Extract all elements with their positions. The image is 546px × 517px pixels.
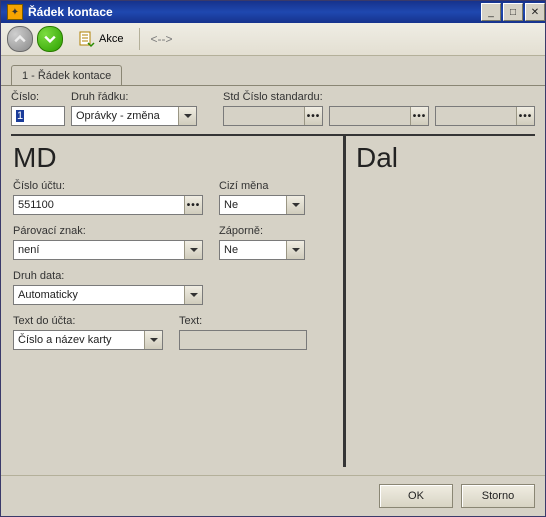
action-menu[interactable]: Akce (71, 28, 129, 50)
chevron-down-icon (286, 196, 304, 214)
parz-value: není (14, 244, 184, 256)
field-druhd: Druh data: Automaticky (13, 270, 203, 305)
select-zap[interactable]: Ne (219, 240, 305, 260)
chevron-down-icon (178, 107, 196, 125)
cancel-button[interactable]: Storno (461, 484, 535, 508)
app-icon: ✦ (7, 4, 23, 20)
input-ucet[interactable]: 551100 ••• (13, 195, 203, 215)
maximize-button[interactable]: □ (503, 3, 523, 21)
ucet-value: 551100 (14, 199, 184, 211)
row-druhd: Druh data: Automaticky (13, 270, 333, 305)
select-mena[interactable]: Ne (219, 195, 305, 215)
chevron-down-icon (144, 331, 162, 349)
ok-label: OK (408, 490, 424, 502)
titlebar: ✦ Řádek kontace _ □ ✕ (1, 1, 545, 23)
panel-md: MD Číslo účtu: 551100 ••• Cizí měna Ne (11, 136, 346, 467)
label-zap: Záporně: (219, 225, 305, 237)
window: ✦ Řádek kontace _ □ ✕ Akce <--> 1 - Řáde… (0, 0, 546, 517)
select-texta[interactable]: Číslo a název karty (13, 330, 163, 350)
dal-title: Dal (356, 142, 525, 174)
tab-strip: 1 - Řádek kontace (1, 64, 545, 86)
minimize-icon: _ (488, 7, 494, 18)
tab-radek-kontace[interactable]: 1 - Řádek kontace (11, 65, 122, 86)
mena-value: Ne (220, 199, 286, 211)
chevron-down-icon (184, 286, 202, 304)
input-cislo-value: 1 (12, 110, 64, 122)
field-zap: Záporně: Ne (219, 225, 305, 260)
label-druh-radku: Druh řádku: (71, 91, 197, 103)
select-druh-value: Oprávky - změna (72, 110, 178, 122)
field-ucet: Číslo účtu: 551100 ••• (13, 180, 203, 215)
input-textb[interactable] (179, 330, 307, 350)
input-std1[interactable]: ••• (223, 106, 323, 126)
tab-underline (1, 85, 545, 86)
label-textb: Text: (179, 315, 307, 327)
maximize-icon: □ (510, 7, 516, 18)
nav-up-button[interactable] (7, 26, 33, 52)
ellipsis-icon: ••• (410, 107, 428, 125)
split-panel: MD Číslo účtu: 551100 ••• Cizí měna Ne (11, 134, 535, 467)
row-text: Text do účta: Číslo a název karty Text: (13, 315, 333, 350)
input-std2[interactable]: ••• (329, 106, 429, 126)
label-mena: Cizí měna (219, 180, 305, 192)
field-texta: Text do účta: Číslo a název karty (13, 315, 163, 350)
close-button[interactable]: ✕ (525, 3, 545, 21)
chevron-up-icon (14, 33, 26, 45)
tab-label: 1 - Řádek kontace (22, 70, 111, 82)
field-parz: Párovací znak: není (13, 225, 203, 260)
toolbar: Akce <--> (1, 23, 545, 56)
input-std3[interactable]: ••• (435, 106, 535, 126)
document-icon (77, 30, 95, 48)
field-cislo: Číslo: 1 (11, 91, 65, 126)
label-cislo: Číslo: (11, 91, 65, 103)
cancel-label: Storno (482, 490, 514, 502)
field-std: Std Číslo standardu: ••• ••• ••• (223, 91, 535, 126)
druhd-value: Automaticky (14, 289, 184, 301)
toolbar-divider (139, 28, 140, 50)
texta-value: Číslo a název karty (14, 334, 144, 346)
ok-button[interactable]: OK (379, 484, 453, 508)
select-parz[interactable]: není (13, 240, 203, 260)
chevron-down-icon (184, 241, 202, 259)
field-mena: Cizí měna Ne (219, 180, 305, 215)
chevron-down-icon (286, 241, 304, 259)
minimize-button[interactable]: _ (481, 3, 501, 21)
label-parz: Párovací znak: (13, 225, 203, 237)
field-textb: Text: (179, 315, 307, 350)
ellipsis-icon: ••• (516, 107, 534, 125)
row-parz-zap: Párovací znak: není Záporně: Ne (13, 225, 333, 260)
bottom-bar: OK Storno (1, 475, 545, 516)
panel-dal: Dal (346, 136, 535, 467)
nav-down-button[interactable] (37, 26, 63, 52)
window-title: Řádek kontace (28, 5, 479, 19)
zap-value: Ne (220, 244, 286, 256)
label-ucet: Číslo účtu: (13, 180, 203, 192)
ellipsis-icon: ••• (184, 196, 202, 214)
top-row: Číslo: 1 Druh řádku: Oprávky - změna Std… (11, 91, 535, 134)
window-controls: _ □ ✕ (479, 3, 545, 21)
close-icon: ✕ (531, 7, 539, 18)
label-std: Std Číslo standardu: (223, 91, 535, 103)
action-label: Akce (99, 33, 123, 45)
label-texta: Text do účta: (13, 315, 163, 327)
std-row: ••• ••• ••• (223, 106, 535, 126)
input-cislo[interactable]: 1 (11, 106, 65, 126)
ellipsis-icon: ••• (304, 107, 322, 125)
chevron-down-icon (44, 33, 56, 45)
label-druhd: Druh data: (13, 270, 203, 282)
form-area: Číslo: 1 Druh řádku: Oprávky - změna Std… (11, 91, 535, 472)
row-ucet-mena: Číslo účtu: 551100 ••• Cizí měna Ne (13, 180, 333, 215)
select-druhd[interactable]: Automaticky (13, 285, 203, 305)
md-title: MD (13, 142, 333, 174)
select-druh-radku[interactable]: Oprávky - změna (71, 106, 197, 126)
nav-arrows-label[interactable]: <--> (150, 32, 172, 46)
field-druh-radku: Druh řádku: Oprávky - změna (71, 91, 197, 126)
